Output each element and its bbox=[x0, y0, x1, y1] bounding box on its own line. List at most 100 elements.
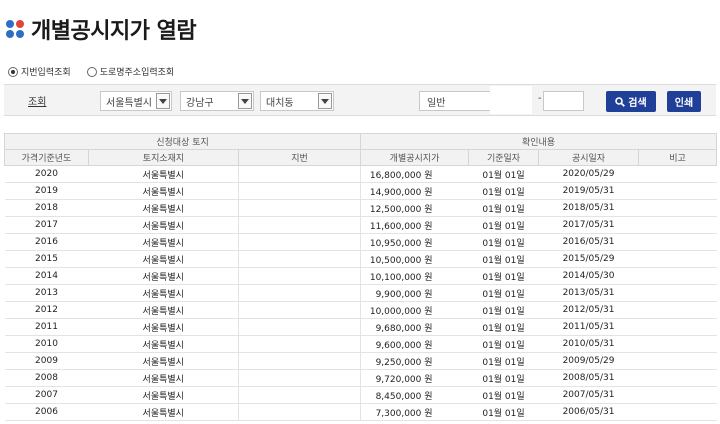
search-button[interactable]: 검색 bbox=[606, 91, 656, 112]
cell-jibun bbox=[237, 199, 362, 217]
cell-note bbox=[638, 284, 717, 302]
cell-price: 10,950,000 원 bbox=[360, 233, 469, 251]
cell-jibun bbox=[237, 267, 362, 285]
sido-select[interactable]: 서울특별시 bbox=[100, 91, 172, 111]
cell-base-date: 01월 01일 bbox=[468, 267, 539, 285]
table-row: 2008 서울특별시 9,720,000 원 01월 01일 2008/05/31 bbox=[4, 369, 717, 387]
radio-selected-icon[interactable] bbox=[8, 66, 18, 77]
cell-price: 9,250,000 원 bbox=[360, 352, 469, 370]
cell-price: 10,100,000 원 bbox=[360, 267, 469, 285]
cell-year: 2013 bbox=[4, 284, 89, 302]
search-mode-group: 지번입력조회 도로명주소입력조회 bbox=[8, 65, 190, 78]
table-row: 2015 서울특별시 10,500,000 원 01월 01일 2015/05/29 bbox=[4, 250, 717, 268]
cell-price: 9,600,000 원 bbox=[360, 335, 469, 353]
cell-notice-date: 2018/05/31 bbox=[538, 199, 639, 217]
search-icon bbox=[615, 96, 626, 107]
column-header-row: 가격기준년도 토지소재지 지번 개별공시지가 기준일자 공시일자 비고 bbox=[4, 149, 718, 166]
radio-label: 지번입력조회 bbox=[21, 68, 71, 78]
cell-price: 10,500,000 원 bbox=[360, 250, 469, 268]
jibun-separator: - bbox=[538, 93, 542, 104]
cell-notice-date: 2017/05/31 bbox=[538, 216, 639, 234]
chevron-down-icon[interactable] bbox=[156, 93, 170, 109]
cell-location: 서울특별시 bbox=[88, 182, 239, 200]
cell-year: 2010 bbox=[4, 335, 89, 353]
cell-jibun bbox=[237, 250, 362, 268]
print-button[interactable]: 인쇄 bbox=[667, 91, 701, 112]
radio-unselected-icon[interactable] bbox=[86, 66, 97, 77]
table-row: 2009 서울특별시 9,250,000 원 01월 01일 2009/05/29 bbox=[4, 352, 717, 370]
cell-price: 9,900,000 원 bbox=[360, 284, 469, 302]
cell-price: 10,000,000 원 bbox=[360, 301, 469, 319]
cell-note bbox=[638, 182, 717, 200]
cell-jibun bbox=[237, 369, 362, 387]
cell-base-date: 01월 01일 bbox=[468, 386, 539, 404]
cell-notice-date: 2009/05/29 bbox=[538, 352, 639, 370]
cell-jibun bbox=[237, 165, 362, 183]
search-button-label: 검색 bbox=[628, 98, 647, 109]
cell-jibun bbox=[237, 301, 362, 319]
table-row: 2019 서울특별시 14,900,000 원 01월 01일 2019/05/31 bbox=[4, 182, 717, 200]
cell-location: 서울특별시 bbox=[88, 386, 239, 404]
cell-notice-date: 2008/05/31 bbox=[538, 369, 639, 387]
group-header-row: 신청대상 토지 확인내용 bbox=[3, 133, 718, 150]
cell-location: 서울특별시 bbox=[88, 284, 239, 302]
bubun-input[interactable] bbox=[543, 91, 584, 111]
chevron-down-icon[interactable] bbox=[238, 93, 252, 109]
bonbun-input-area[interactable] bbox=[490, 86, 532, 114]
table-row: 2013 서울특별시 9,900,000 원 01월 01일 2013/05/31 bbox=[4, 284, 717, 302]
table-row: 2020 서울특별시 16,800,000 원 01월 01일 2020/05/29 bbox=[4, 165, 717, 183]
table-row: 2011 서울특별시 9,680,000 원 01월 01일 2011/05/31 bbox=[4, 318, 717, 336]
cell-base-date: 01월 01일 bbox=[468, 301, 539, 319]
cell-note bbox=[638, 233, 717, 251]
cell-base-date: 01월 01일 bbox=[468, 165, 539, 183]
cell-note bbox=[638, 301, 717, 319]
table-row: 2006 서울특별시 7,300,000 원 01월 01일 2006/05/31 bbox=[4, 403, 717, 421]
cell-note bbox=[638, 386, 717, 404]
print-button-label: 인쇄 bbox=[674, 98, 694, 109]
group-header-request: 신청대상 토지 bbox=[3, 133, 362, 150]
cell-price: 14,900,000 원 bbox=[360, 182, 469, 200]
cell-year: 2020 bbox=[4, 165, 89, 183]
cell-price: 11,600,000 원 bbox=[360, 216, 469, 234]
col-header-note: 비고 bbox=[638, 149, 718, 166]
cell-price: 16,800,000 원 bbox=[360, 165, 469, 183]
cell-note bbox=[638, 199, 717, 217]
cell-jibun bbox=[237, 352, 362, 370]
cell-year: 2014 bbox=[4, 267, 89, 285]
page-title: 개별공시지가 열람 bbox=[31, 19, 197, 44]
radio-jibun-search[interactable]: 지번입력조회 bbox=[8, 65, 71, 78]
land-type-value: 일반 bbox=[427, 97, 446, 109]
cell-location: 서울특별시 bbox=[88, 267, 239, 285]
sigungu-select[interactable]: 강남구 bbox=[180, 91, 254, 111]
col-header-notice-date: 공시일자 bbox=[538, 149, 640, 166]
cell-note bbox=[638, 403, 717, 421]
cell-location: 서울특별시 bbox=[88, 165, 239, 183]
cell-notice-date: 2010/05/31 bbox=[538, 335, 639, 353]
cell-note bbox=[638, 267, 717, 285]
radio-label: 도로명주소입력조회 bbox=[99, 68, 175, 78]
cell-note bbox=[638, 216, 717, 234]
cell-base-date: 01월 01일 bbox=[468, 284, 539, 302]
cell-location: 서울특별시 bbox=[88, 318, 239, 336]
cell-year: 2008 bbox=[4, 369, 89, 387]
cell-base-date: 01월 01일 bbox=[468, 216, 539, 234]
logo-dots-icon bbox=[6, 20, 24, 38]
cell-jibun bbox=[237, 284, 362, 302]
cell-base-date: 01월 01일 bbox=[468, 199, 539, 217]
cell-jibun bbox=[237, 318, 362, 336]
cell-year: 2018 bbox=[4, 199, 89, 217]
cell-notice-date: 2015/05/29 bbox=[538, 250, 639, 268]
group-header-confirm: 확인내용 bbox=[360, 133, 718, 150]
cell-base-date: 01월 01일 bbox=[468, 182, 539, 200]
search-bar: 조회 서울특별시 강남구 대치동 일반 - 검색 인쇄 bbox=[4, 84, 716, 116]
chevron-down-icon[interactable] bbox=[318, 93, 332, 109]
land-price-table: 신청대상 토지 확인내용 가격기준년도 토지소재지 지번 개별공시지가 기준일자… bbox=[3, 133, 718, 421]
cell-year: 2012 bbox=[4, 301, 89, 319]
cell-location: 서울특별시 bbox=[88, 216, 239, 234]
cell-location: 서울특별시 bbox=[88, 199, 239, 217]
cell-jibun bbox=[237, 216, 362, 234]
table-row: 2012 서울특별시 10,000,000 원 01월 01일 2012/05/31 bbox=[4, 301, 717, 319]
cell-base-date: 01월 01일 bbox=[468, 335, 539, 353]
radio-road-address-search[interactable]: 도로명주소입력조회 bbox=[86, 65, 175, 78]
dong-select[interactable]: 대치동 bbox=[260, 91, 334, 111]
